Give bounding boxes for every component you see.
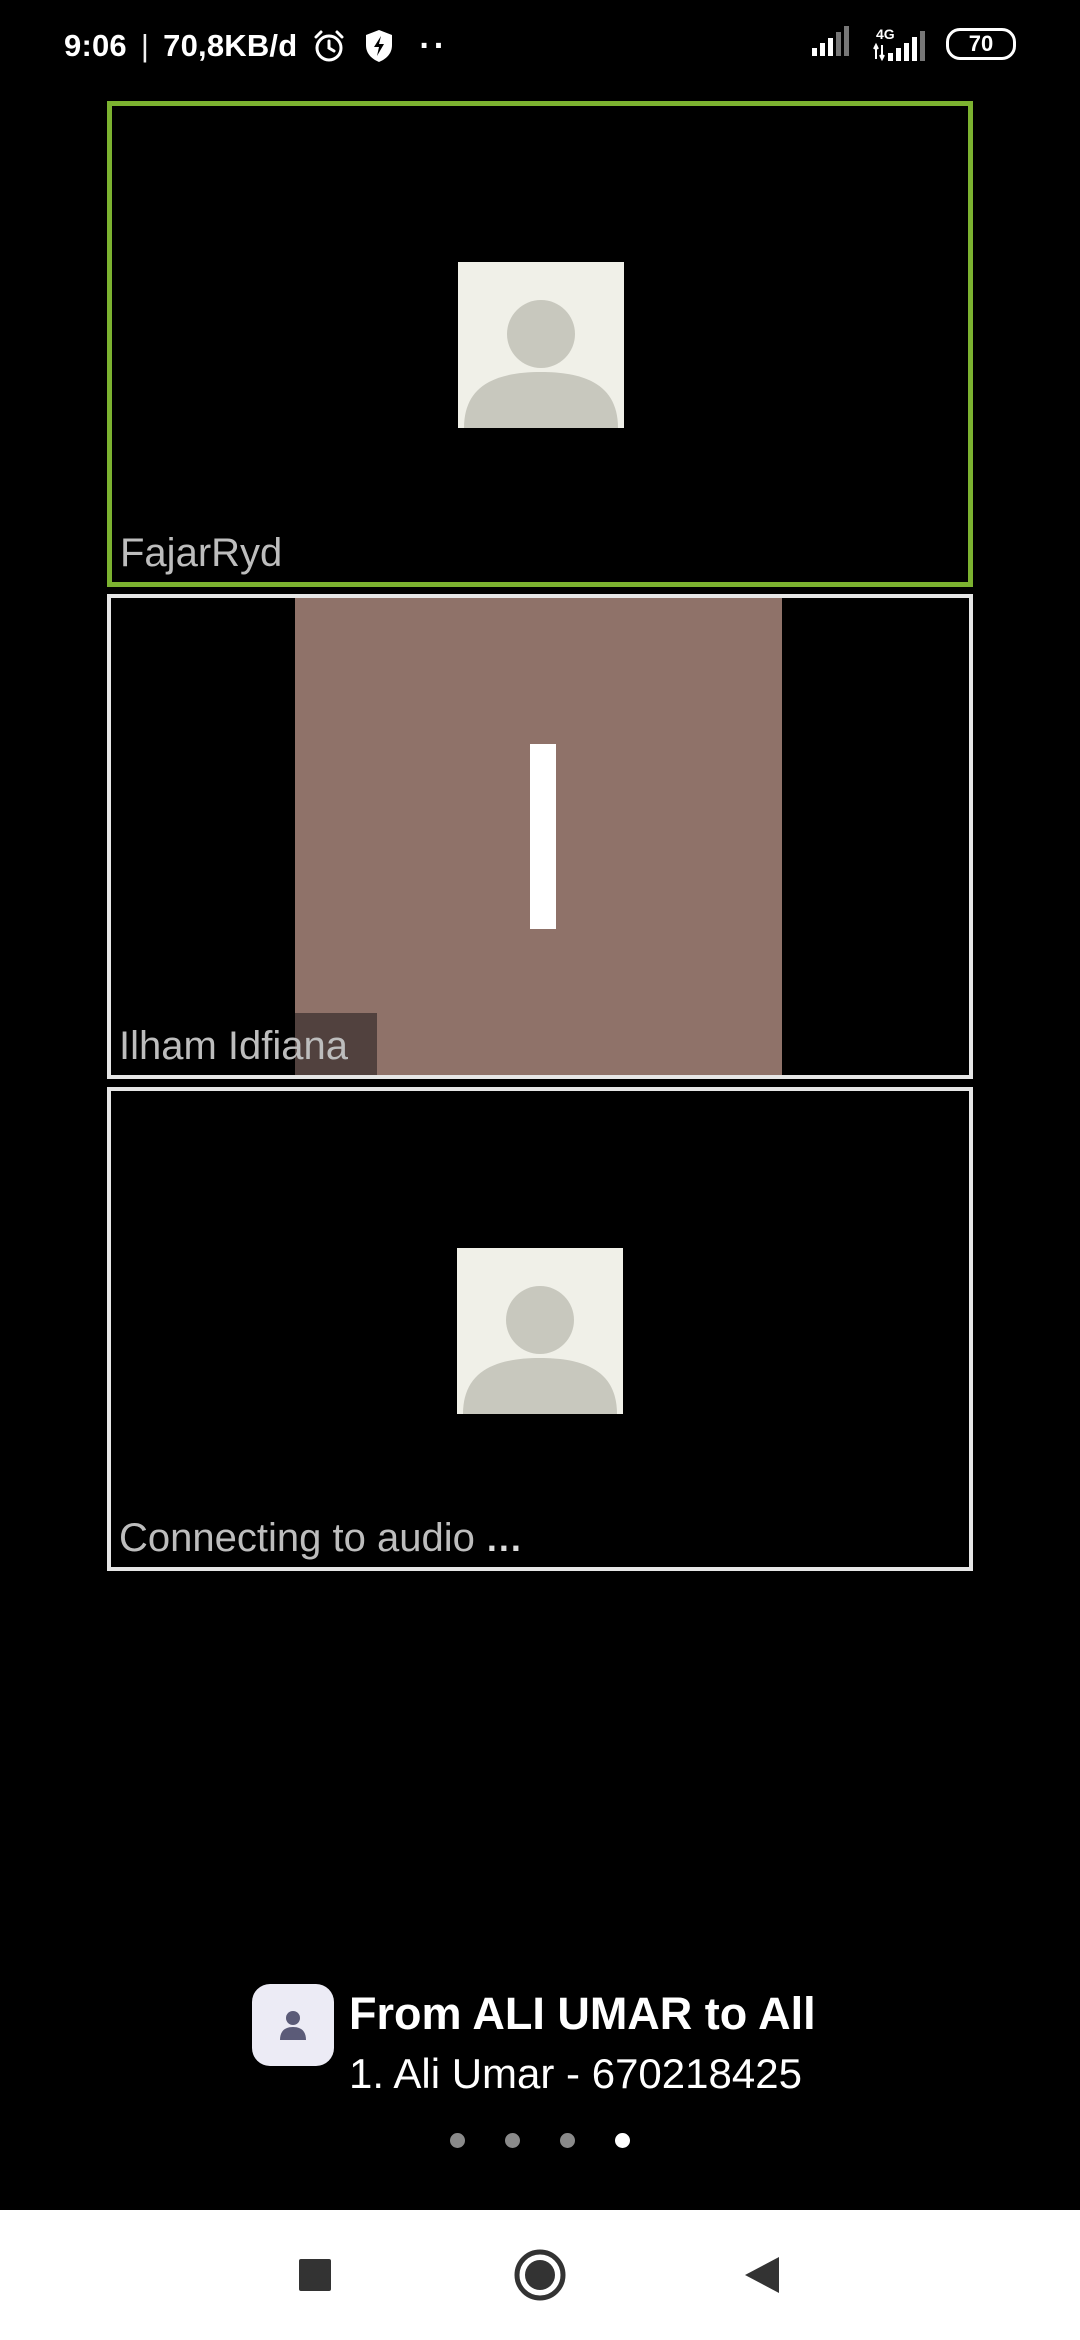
participant-tile-fajarryd[interactable]: FajarRyd	[107, 101, 973, 587]
status-right: 4G 70	[812, 26, 1016, 61]
participant-video	[295, 598, 782, 1075]
signal-4g-icon: 4G	[872, 27, 928, 61]
network-speed: 70,8KB/d	[163, 28, 298, 63]
video-content-bar	[530, 744, 556, 929]
battery-icon: 70	[946, 27, 1016, 60]
connection-status-text: Connecting to audio	[119, 1516, 475, 1560]
signal-icon	[812, 26, 854, 61]
connection-status: Connecting to audio...	[119, 1516, 523, 1561]
alarm-icon	[311, 28, 347, 64]
shield-bolt-icon	[361, 28, 397, 64]
navigation-bar	[0, 2210, 1080, 2340]
page-indicator	[450, 2133, 630, 2148]
chat-text: 1. Ali Umar - 670218425	[349, 2050, 802, 2097]
page-dot[interactable]	[560, 2133, 575, 2148]
user-icon	[252, 1984, 334, 2066]
chat-sender: From ALI UMAR to All	[349, 1988, 816, 2039]
page-dot[interactable]	[505, 2133, 520, 2148]
status-separator: |	[140, 28, 150, 63]
home-icon[interactable]	[485, 2210, 595, 2340]
page-dot-active[interactable]	[615, 2133, 630, 2148]
chat-message-preview[interactable]: From ALI UMAR to All 1. Ali Umar - 67021…	[252, 1984, 892, 2114]
meeting-screen: 9:06 | 70,8KB/d ·· 4G 70 FajarRyd Ilham …	[0, 0, 1080, 2340]
status-bar: 9:06 | 70,8KB/d ·· 4G 70	[0, 0, 1080, 98]
participant-name: Ilham Idfiana	[119, 1024, 349, 1068]
participant-name: FajarRyd	[120, 531, 283, 575]
participant-tile-connecting[interactable]: Connecting to audio...	[107, 1087, 973, 1571]
participant-tile-ilham[interactable]: Ilham Idfiana	[107, 594, 973, 1079]
status-left: 9:06 | 70,8KB/d ··	[64, 28, 448, 64]
back-icon[interactable]	[707, 2210, 817, 2340]
page-dot[interactable]	[450, 2133, 465, 2148]
default-avatar-icon	[458, 262, 624, 428]
battery-level: 70	[968, 30, 994, 56]
connection-status-dots: ...	[486, 1518, 523, 1559]
overflow-dots: ··	[419, 27, 449, 65]
status-time: 9:06	[64, 28, 127, 63]
default-avatar-icon	[457, 1248, 623, 1414]
recent-apps-icon[interactable]	[260, 2210, 370, 2340]
